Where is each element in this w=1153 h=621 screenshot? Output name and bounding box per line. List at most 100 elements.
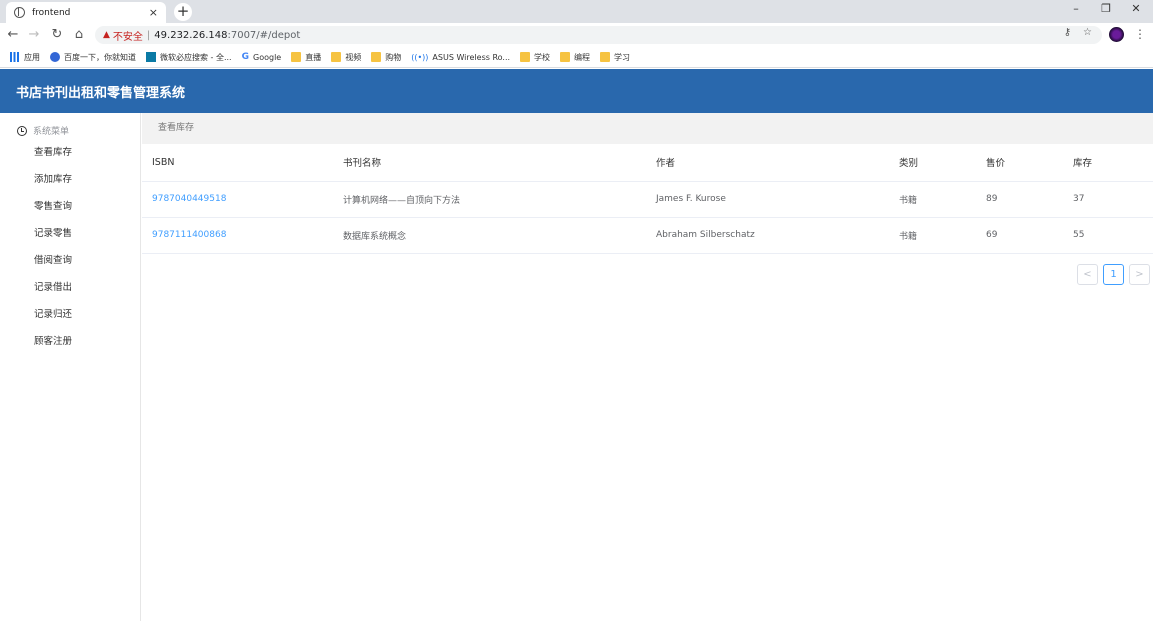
cell-author: James F. Kurose bbox=[646, 181, 889, 218]
folder-icon bbox=[600, 52, 611, 62]
wifi-icon: ((•)) bbox=[411, 52, 429, 62]
sidebar-item-record-return[interactable]: 记录归还 bbox=[34, 306, 72, 320]
browser-tabstrip: frontend × + – ❐ ✕ bbox=[0, 0, 1153, 23]
browser-toolbar: ← → ↻ ⌂ ▲ 不安全 | 49.232.26.148:7007/#/dep… bbox=[0, 23, 1153, 47]
sidebar-item-record-retail[interactable]: 记录零售 bbox=[34, 225, 72, 239]
bookmark-baidu[interactable]: 百度一下，你就知道 bbox=[50, 52, 136, 63]
sidebar-item-view-inventory[interactable]: 查看库存 bbox=[34, 144, 72, 158]
bookmark-label: 购物 bbox=[385, 52, 402, 62]
table-header-row: ISBN 书刊名称 作者 类别 售价 库存 bbox=[142, 144, 1153, 182]
isbn-link[interactable]: 9787111400868 bbox=[142, 217, 333, 254]
cell-title: 计算机网络——自顶向下方法 bbox=[333, 181, 646, 218]
bookmark-folder-school[interactable]: 学校 bbox=[520, 52, 550, 63]
back-button[interactable]: ← bbox=[5, 27, 21, 42]
bookmark-folder-study[interactable]: 学习 bbox=[600, 52, 630, 63]
warning-icon: ▲ bbox=[103, 30, 110, 40]
sidebar-item-add-inventory[interactable]: 添加库存 bbox=[34, 171, 72, 185]
column-header-author: 作者 bbox=[646, 144, 889, 182]
column-header-category: 类别 bbox=[889, 144, 976, 182]
bookmark-bing[interactable]: 微软必应搜索 - 全... bbox=[146, 52, 232, 63]
menu-group-header[interactable]: 系统菜单 bbox=[17, 124, 69, 137]
bookmark-label: Google bbox=[253, 52, 282, 62]
url-host: 49.232.26.148 bbox=[154, 29, 228, 41]
next-page-button[interactable]: > bbox=[1129, 264, 1150, 285]
url-path: :7007/#/depot bbox=[227, 29, 301, 41]
sidebar-item-customer-register[interactable]: 顾客注册 bbox=[34, 333, 72, 347]
pagination: < 1 > bbox=[1077, 264, 1150, 285]
close-tab-icon[interactable]: × bbox=[149, 6, 158, 19]
cell-author: Abraham Silberschatz bbox=[646, 217, 889, 254]
window-close-button[interactable]: ✕ bbox=[1122, 2, 1150, 15]
column-header-price: 售价 bbox=[976, 144, 1063, 182]
bookmark-label: 微软必应搜索 - 全... bbox=[160, 52, 232, 62]
folder-icon bbox=[371, 52, 382, 62]
bookmark-label: 视频 bbox=[345, 52, 362, 62]
app-header: 书店书刊出租和零售管理系统 bbox=[0, 69, 1153, 113]
reload-button[interactable]: ↻ bbox=[49, 27, 65, 42]
sidebar-item-retail-query[interactable]: 零售查询 bbox=[34, 198, 72, 212]
page-1-button[interactable]: 1 bbox=[1103, 264, 1124, 285]
table-row: 9787040449518 计算机网络——自顶向下方法 James F. Kur… bbox=[142, 181, 1153, 218]
folder-icon bbox=[560, 52, 571, 62]
menu-group-label: 系统菜单 bbox=[33, 127, 70, 137]
bookmarks-bar: 应用 百度一下，你就知道 微软必应搜索 - 全... G Google 直播 视频… bbox=[0, 47, 1153, 68]
bookmark-folder-shopping[interactable]: 购物 bbox=[371, 52, 401, 63]
bing-icon bbox=[146, 52, 156, 62]
bookmark-asus[interactable]: ((•)) ASUS Wireless Ro... bbox=[411, 53, 510, 62]
folder-icon bbox=[331, 52, 342, 62]
browser-menu-icon[interactable]: ⋮ bbox=[1134, 27, 1146, 41]
bookmark-google[interactable]: G Google bbox=[242, 52, 282, 62]
bookmark-label: 百度一下，你就知道 bbox=[64, 52, 136, 62]
isbn-link[interactable]: 9787040449518 bbox=[142, 181, 333, 218]
column-header-stock: 库存 bbox=[1063, 144, 1153, 182]
app-title: 书店书刊出租和零售管理系统 bbox=[16, 86, 186, 101]
folder-icon bbox=[520, 52, 531, 62]
main-content: 查看库存 ISBN 书刊名称 作者 类别 售价 库存 9787040449518… bbox=[142, 113, 1153, 621]
minimize-button[interactable]: – bbox=[1062, 2, 1090, 15]
new-tab-button[interactable]: + bbox=[174, 3, 192, 21]
key-icon[interactable]: ⚷ bbox=[1064, 27, 1071, 38]
forward-button[interactable]: → bbox=[26, 27, 42, 42]
bookmark-folder-programming[interactable]: 编程 bbox=[560, 52, 590, 63]
bookmark-label: 编程 bbox=[574, 52, 591, 62]
sidebar: 系统菜单 查看库存 添加库存 零售查询 记录零售 借阅查询 记录借出 记录归还 … bbox=[0, 113, 141, 621]
table-row: 9787111400868 数据库系统概念 Abraham Silberscha… bbox=[142, 217, 1153, 254]
column-header-isbn: ISBN bbox=[142, 144, 333, 182]
url-separator: | bbox=[146, 29, 151, 41]
bookmark-label: 应用 bbox=[24, 52, 40, 62]
cell-category: 书籍 bbox=[889, 181, 976, 218]
home-button[interactable]: ⌂ bbox=[71, 27, 87, 42]
cell-stock: 37 bbox=[1063, 181, 1153, 218]
browser-tab[interactable]: frontend × bbox=[6, 2, 166, 23]
apps-icon bbox=[10, 52, 20, 62]
sidebar-item-borrow-query[interactable]: 借阅查询 bbox=[34, 252, 72, 266]
breadcrumb: 查看库存 bbox=[142, 113, 1153, 144]
prev-page-button[interactable]: < bbox=[1077, 264, 1098, 285]
bookmark-label: ASUS Wireless Ro... bbox=[432, 52, 511, 62]
cell-stock: 55 bbox=[1063, 217, 1153, 254]
profile-avatar[interactable] bbox=[1109, 27, 1124, 42]
star-icon[interactable]: ☆ bbox=[1083, 27, 1092, 38]
clock-icon bbox=[17, 125, 27, 136]
insecure-label: 不安全 bbox=[112, 31, 143, 43]
cell-price: 69 bbox=[976, 217, 1063, 254]
folder-icon bbox=[291, 52, 302, 62]
cell-title: 数据库系统概念 bbox=[333, 217, 646, 254]
tab-title: frontend bbox=[32, 7, 71, 18]
cell-category: 书籍 bbox=[889, 217, 976, 254]
bookmark-label: 学习 bbox=[614, 52, 631, 62]
bookmark-folder-live[interactable]: 直播 bbox=[291, 52, 321, 63]
cell-price: 89 bbox=[976, 181, 1063, 218]
bookmark-folder-video[interactable]: 视频 bbox=[331, 52, 361, 63]
globe-icon bbox=[14, 7, 25, 18]
baidu-paw-icon bbox=[50, 52, 60, 62]
sidebar-item-record-borrow[interactable]: 记录借出 bbox=[34, 279, 72, 293]
bookmark-apps[interactable]: 应用 bbox=[10, 52, 40, 63]
bookmark-label: 学校 bbox=[534, 52, 551, 62]
bookmark-label: 直播 bbox=[305, 52, 322, 62]
address-bar[interactable]: ▲ 不安全 | 49.232.26.148:7007/#/depot ⚷ ☆ bbox=[95, 26, 1102, 44]
google-icon: G bbox=[241, 52, 249, 62]
inventory-table: ISBN 书刊名称 作者 类别 售价 库存 9787040449518 计算机网… bbox=[142, 144, 1153, 254]
column-header-title: 书刊名称 bbox=[333, 144, 646, 182]
restore-button[interactable]: ❐ bbox=[1092, 2, 1120, 15]
